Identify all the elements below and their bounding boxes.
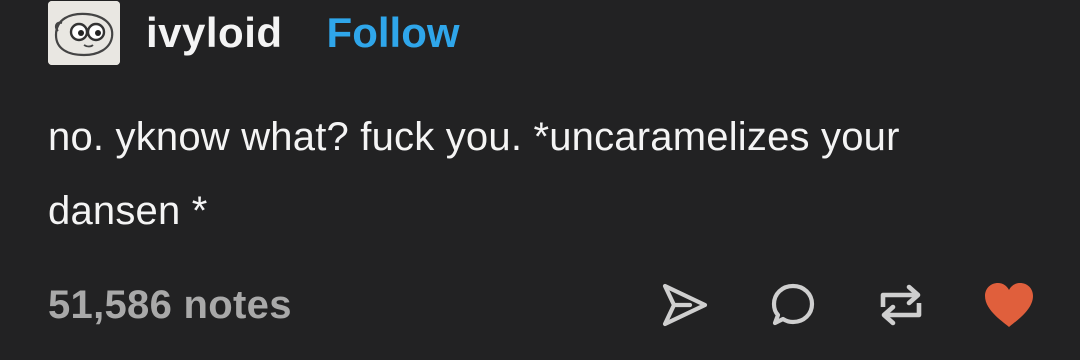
- cartoon-eyes-avatar-icon: [48, 1, 120, 65]
- post-body: no. yknow what? fuck you. *uncaramelizes…: [48, 100, 1028, 248]
- avatar[interactable]: [48, 1, 120, 65]
- reblog-icon: [880, 284, 922, 326]
- username[interactable]: ivyloid: [146, 12, 283, 54]
- like-button[interactable]: [978, 274, 1040, 336]
- post-footer: 51,586 notes: [48, 270, 1033, 340]
- comment-icon: [771, 283, 815, 326]
- reblog-button[interactable]: [870, 274, 932, 336]
- post-text: no. yknow what? fuck you. *uncaramelizes…: [48, 115, 900, 233]
- share-button[interactable]: [654, 274, 716, 336]
- post-card: ivyloid Follow no. yknow what? fuck you.…: [0, 0, 1080, 360]
- post-actions: [654, 274, 1040, 336]
- reply-button[interactable]: [762, 274, 824, 336]
- notes-count[interactable]: 51,586 notes: [48, 283, 292, 328]
- follow-button[interactable]: Follow: [327, 12, 460, 54]
- post-header: ivyloid Follow: [48, 0, 460, 66]
- send-icon: [662, 283, 708, 327]
- heart-icon: [985, 283, 1033, 327]
